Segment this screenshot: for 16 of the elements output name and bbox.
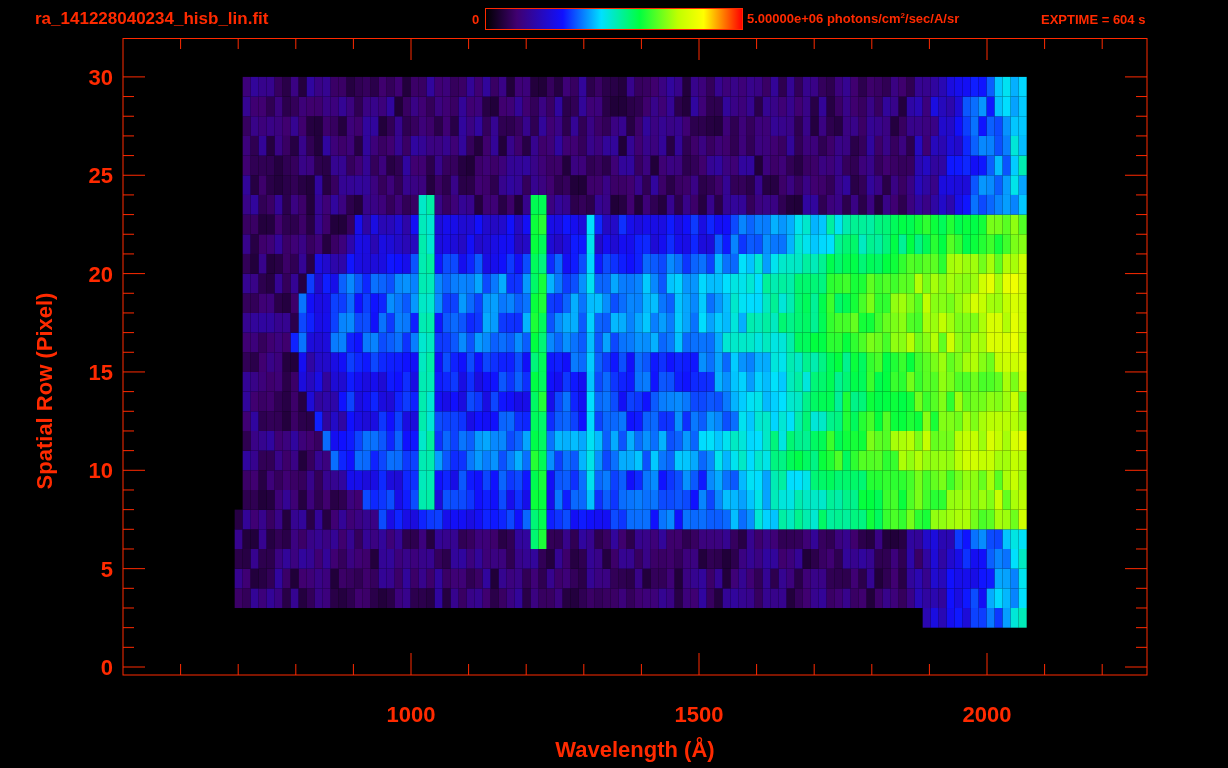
y-tick-label: 15 — [88, 359, 113, 385]
y-tick-label: 20 — [88, 261, 113, 287]
x-tick-label: 2000 — [962, 702, 1012, 727]
x-tick-label: 1500 — [674, 702, 724, 727]
colorbar-min-label: 0 — [472, 11, 481, 27]
y-axis-title: Spatial Row (Pixel) — [32, 292, 57, 490]
y-tick-label: 25 — [88, 163, 113, 189]
exposure-time: EXPTIME = 604 s — [1041, 11, 1146, 27]
x-axis-title: Wavelength (Å) — [555, 737, 715, 762]
y-tick-label: 5 — [100, 556, 113, 582]
file-title: ra_141228040234_hisb_lin.fit — [35, 9, 270, 29]
y-tick-label: 10 — [88, 458, 113, 484]
y-tick-label: 0 — [100, 655, 113, 680]
x-tick-label: 1000 — [386, 702, 436, 727]
y-tick-label: 30 — [88, 64, 113, 90]
colorbar-max-label: 5.00000e+06 photons/cm$^{2}$/sec/A/sr — [747, 11, 961, 27]
